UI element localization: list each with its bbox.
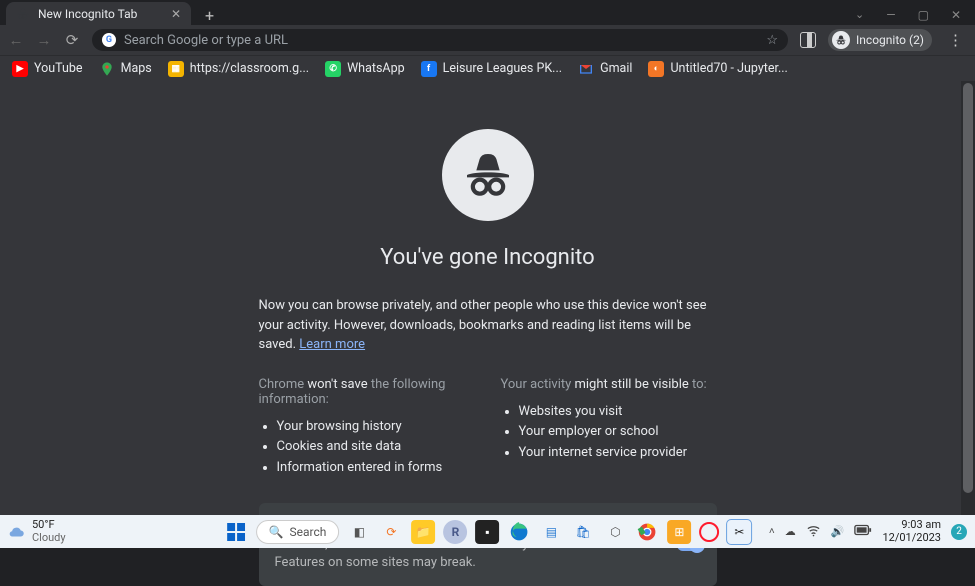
incognito-icon [16, 7, 30, 21]
scrollbar[interactable] [961, 81, 975, 515]
snipping-tool-icon[interactable]: ✂ [727, 520, 751, 544]
profile-label: Incognito (2) [856, 33, 924, 47]
address-bar[interactable]: G Search Google or type a URL ☆ [92, 29, 788, 51]
google-icon: G [102, 33, 116, 47]
wifi-icon[interactable] [806, 523, 821, 541]
scrollbar-thumb[interactable] [963, 83, 973, 493]
jupyter-icon: ◐ [648, 61, 664, 77]
visible-to-column: Your activity might still be visible to:… [501, 377, 717, 479]
tray-overflow-icon[interactable]: ˄ [769, 526, 775, 537]
windows-taskbar: 50°F Cloudy 🔍 Search ◧ ⟳ 📁 R ▪ ▤ 🛍 ⬡ ⊞ ✂… [0, 515, 975, 548]
minimize-icon[interactable]: — [886, 8, 895, 22]
learn-more-link[interactable]: Learn more [299, 337, 365, 352]
bookmark-classroom[interactable]: ▦ https://classroom.g... [168, 61, 309, 77]
bookmarks-bar: ▶ YouTube Maps ▦ https://classroom.g... … [0, 55, 975, 81]
titlebar: New Incognito Tab ✕ + ⌄ — ▢ ✕ [0, 0, 975, 25]
chrome-icon[interactable] [635, 520, 659, 544]
bookmark-leisure-leagues[interactable]: f Leisure Leagues PK... [421, 61, 562, 77]
facebook-icon: f [421, 61, 437, 77]
whatsapp-icon: ✆ [325, 61, 341, 77]
edge-icon[interactable] [507, 520, 531, 544]
bookmark-jupyter[interactable]: ◐ Untitled70 - Jupyter... [648, 61, 787, 77]
opera-icon[interactable] [699, 522, 719, 542]
weather-widget[interactable]: 50°F Cloudy [8, 519, 66, 543]
list-item: Websites you visit [519, 402, 717, 423]
youtube-icon: ▶ [12, 61, 28, 77]
tab-title: New Incognito Tab [38, 7, 137, 21]
taskbar-clock[interactable]: 9:03 am 12/01/2023 [882, 519, 941, 543]
list-item: Information entered in forms [277, 458, 475, 479]
bookmark-star-icon[interactable]: ☆ [766, 33, 778, 48]
close-tab-icon[interactable]: ✕ [171, 7, 181, 21]
forward-icon[interactable]: → [36, 31, 52, 49]
app-icon[interactable]: ⊞ [667, 520, 691, 544]
bookmark-maps[interactable]: Maps [99, 61, 152, 77]
list-item: Your employer or school [519, 422, 717, 443]
page-heading: You've gone Incognito [148, 245, 828, 270]
gmail-icon [578, 61, 594, 77]
back-icon[interactable]: ← [8, 31, 24, 49]
new-tab-button[interactable]: + [191, 6, 228, 25]
incognito-icon [832, 31, 850, 49]
omnibox-placeholder: Search Google or type a URL [124, 33, 288, 48]
toolbar: ← → ⟳ G Search Google or type a URL ☆ In… [0, 25, 975, 55]
terminal-icon[interactable]: ▪ [475, 520, 499, 544]
app-icon[interactable]: ▤ [539, 520, 563, 544]
app-r-icon[interactable]: R [443, 520, 467, 544]
profile-badge[interactable]: Incognito (2) [828, 29, 932, 51]
volume-icon[interactable]: 🔊 [831, 525, 845, 538]
page-viewport: You've gone Incognito Now you can browse… [0, 81, 975, 515]
list-item: Your internet service provider [519, 443, 717, 464]
wont-save-column: Chrome won't save the following informat… [259, 377, 475, 479]
system-tray: ˄ ☁ 🔊 9:03 am 12/01/2023 2 [769, 519, 967, 543]
taskbar-search[interactable]: 🔍 Search [256, 520, 340, 544]
list-item: Cookies and site data [277, 437, 475, 458]
reload-icon[interactable]: ⟳ [64, 31, 80, 49]
intro-text: Now you can browse privately, and other … [259, 296, 717, 355]
start-button[interactable] [224, 520, 248, 544]
incognito-hero-icon [442, 129, 534, 221]
file-explorer-icon[interactable]: 📁 [411, 520, 435, 544]
maps-icon [99, 61, 115, 77]
menu-icon[interactable]: ⋮ [944, 31, 967, 49]
weather-cond: Cloudy [32, 532, 66, 544]
cloud-icon [8, 523, 26, 541]
close-window-icon[interactable]: ✕ [951, 8, 961, 22]
bookmark-gmail[interactable]: Gmail [578, 61, 632, 77]
task-view-icon[interactable]: ◧ [347, 520, 371, 544]
notification-badge[interactable]: 2 [951, 524, 967, 540]
app-icon[interactable]: ⬡ [603, 520, 627, 544]
bookmark-whatsapp[interactable]: ✆ WhatsApp [325, 61, 405, 77]
side-panel-icon[interactable] [800, 32, 816, 48]
list-item: Your browsing history [277, 417, 475, 438]
chevron-down-icon[interactable]: ⌄ [855, 8, 864, 22]
bookmark-youtube[interactable]: ▶ YouTube [12, 61, 83, 77]
app-icon[interactable]: ⟳ [379, 520, 403, 544]
maximize-icon[interactable]: ▢ [918, 8, 929, 22]
store-icon[interactable]: 🛍 [571, 520, 595, 544]
battery-icon[interactable] [854, 524, 872, 539]
taskbar-center: 🔍 Search ◧ ⟳ 📁 R ▪ ▤ 🛍 ⬡ ⊞ ✂ [224, 520, 752, 544]
onedrive-icon[interactable]: ☁ [785, 525, 796, 538]
browser-tab[interactable]: New Incognito Tab ✕ [6, 2, 191, 25]
weather-temp: 50°F [32, 519, 66, 531]
window-controls: ⌄ — ▢ ✕ [855, 8, 975, 25]
classroom-icon: ▦ [168, 61, 184, 77]
search-icon: 🔍 [269, 525, 284, 539]
